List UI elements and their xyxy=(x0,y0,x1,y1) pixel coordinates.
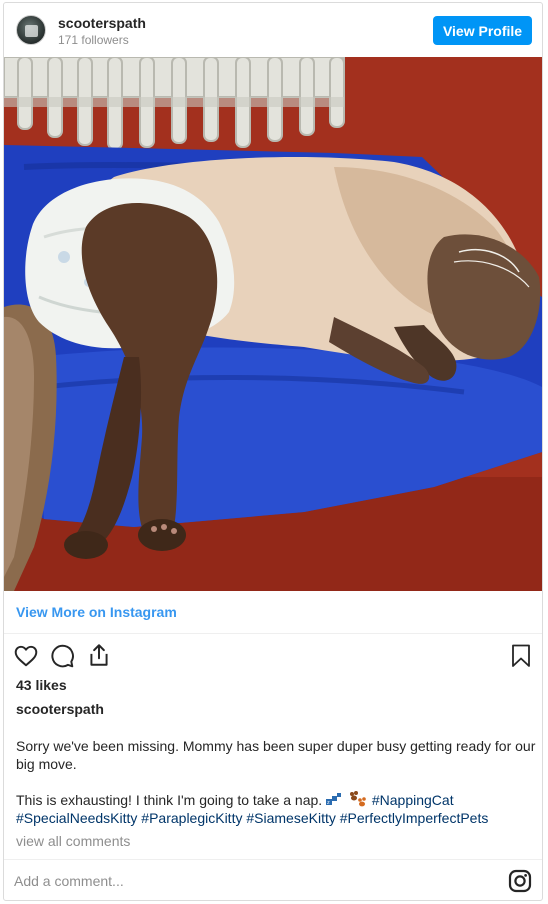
view-all-comments-link[interactable]: view all comments xyxy=(16,833,130,849)
follower-count: 171 followers xyxy=(58,33,129,47)
instagram-embed-card: scooterspath 171 followers View Profile xyxy=(3,2,543,901)
heart-icon[interactable] xyxy=(13,643,39,669)
divider xyxy=(4,633,542,634)
avatar[interactable] xyxy=(16,15,46,45)
view-more-on-instagram-link[interactable]: View More on Instagram xyxy=(16,604,177,620)
hashtag-link[interactable]: #ParaplegicKitty xyxy=(141,810,242,826)
caption-username[interactable]: scooterspath xyxy=(16,701,104,717)
header-username[interactable]: scooterspath xyxy=(58,15,146,31)
hashtag-link[interactable]: #NappingCat xyxy=(372,792,454,808)
hashtag-link[interactable]: #SiameseKitty xyxy=(246,810,335,826)
share-icon[interactable] xyxy=(86,642,112,668)
comment-icon[interactable] xyxy=(49,643,75,669)
post-caption: Sorry we've been missing. Mommy has been… xyxy=(16,737,536,827)
like-count[interactable]: 43 likes xyxy=(16,677,67,693)
paw-prints-icon xyxy=(349,791,366,807)
instagram-logo-icon[interactable] xyxy=(508,869,532,893)
add-comment-input[interactable] xyxy=(14,867,494,895)
divider xyxy=(4,859,542,860)
svg-text:z: z xyxy=(327,800,330,806)
post-photo[interactable] xyxy=(4,57,542,591)
caption-paragraph-2: This is exhausting! I think I'm going to… xyxy=(16,791,536,827)
sleeping-emoji-icon: z xyxy=(326,793,342,806)
hashtag-link[interactable]: #SpecialNeedsKitty xyxy=(16,810,137,826)
caption-paragraph-1: Sorry we've been missing. Mommy has been… xyxy=(16,738,536,772)
cat-photo-image xyxy=(4,57,542,591)
hashtag-link[interactable]: #PerfectlyImperfectPets xyxy=(340,810,489,826)
post-header: scooterspath 171 followers View Profile xyxy=(4,3,542,57)
view-profile-button[interactable]: View Profile xyxy=(433,16,532,45)
bookmark-icon[interactable] xyxy=(509,643,533,669)
caption-text: This is exhausting! I think I'm going to… xyxy=(16,792,323,808)
